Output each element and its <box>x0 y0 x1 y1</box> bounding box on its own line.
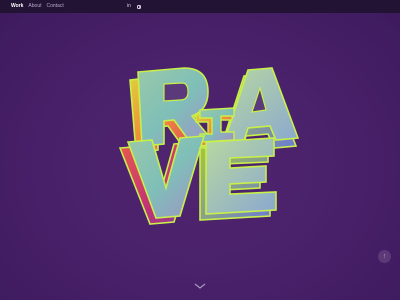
nav-link-about[interactable]: About <box>28 0 41 13</box>
nav-link-contact[interactable]: Contact <box>47 0 64 13</box>
letter-v <box>118 135 206 225</box>
chevron-down-icon[interactable] <box>193 281 207 291</box>
rave-artwork <box>118 67 300 225</box>
letter-e <box>199 137 277 221</box>
nav-link-work[interactable]: Work <box>11 0 23 13</box>
social-links: in <box>127 0 141 13</box>
arrow-up-icon: ↑ <box>382 253 387 260</box>
page: Work About Contact in ↑ <box>0 0 400 300</box>
instagram-icon[interactable] <box>136 4 141 9</box>
back-to-top-button[interactable]: ↑ <box>378 250 391 263</box>
linkedin-icon[interactable]: in <box>127 0 131 13</box>
nav-links: Work About Contact <box>11 0 64 13</box>
top-navigation: Work About Contact in <box>0 0 400 13</box>
